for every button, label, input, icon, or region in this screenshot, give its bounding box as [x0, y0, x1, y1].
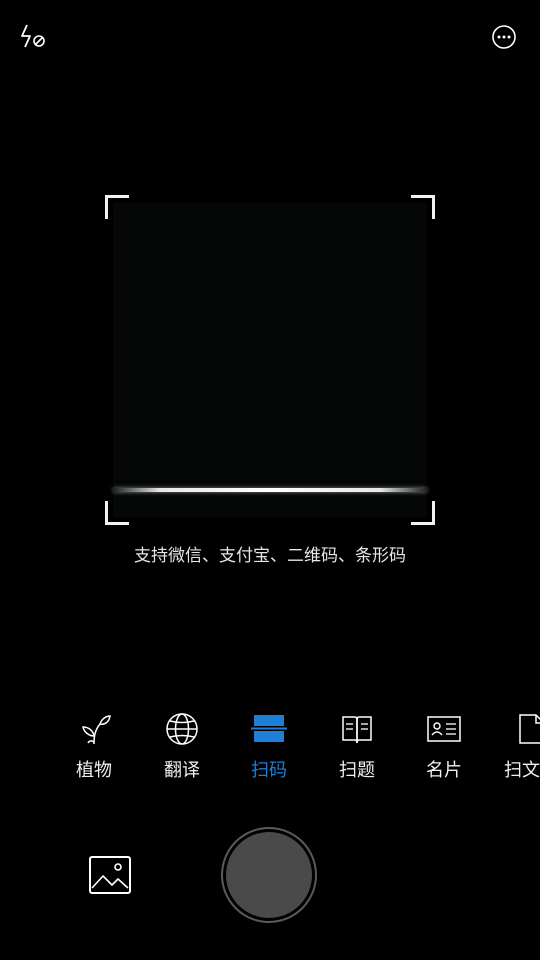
scan-hint: 支持微信、支付宝、二维码、条形码	[134, 546, 406, 566]
frame-corner-top-left	[105, 195, 129, 219]
plant-icon	[82, 715, 111, 745]
mode-scan-document-label: 扫文	[504, 760, 540, 781]
mode-scan-question[interactable]: 扫题	[313, 712, 401, 782]
shutter-button[interactable]	[221, 827, 317, 923]
document-icon	[519, 714, 540, 744]
mode-scan-code[interactable]: 扫码	[225, 712, 313, 782]
mode-translate-label: 翻译	[164, 760, 200, 781]
flash-off-icon	[21, 24, 45, 48]
camera-preview	[113, 203, 427, 517]
mode-business-card-label: 名片	[426, 760, 462, 781]
gallery-button[interactable]	[88, 855, 132, 895]
card-icon	[427, 716, 461, 742]
mode-scan-code-label: 扫码	[251, 760, 287, 781]
mode-selector: 植物 翻译 扫码 扫题 名片 扫文	[0, 712, 540, 792]
mode-business-card[interactable]: 名片	[400, 712, 488, 782]
frame-corner-bottom-left	[105, 501, 129, 525]
mode-plant[interactable]: 植物	[50, 712, 138, 782]
mode-scan-document[interactable]: 扫文	[482, 712, 540, 782]
mode-translate[interactable]: 翻译	[138, 712, 226, 782]
frame-corner-bottom-right	[411, 501, 435, 525]
scan-icon	[251, 715, 287, 742]
book-icon	[342, 716, 372, 744]
shutter-inner	[226, 832, 312, 918]
flash-toggle-button[interactable]	[18, 20, 50, 52]
more-button[interactable]	[488, 21, 520, 53]
scan-line	[113, 488, 427, 492]
more-icon	[492, 25, 516, 49]
scan-frame	[105, 195, 435, 525]
mode-scan-question-label: 扫题	[339, 760, 375, 781]
mode-plant-label: 植物	[76, 760, 112, 781]
gallery-icon	[89, 856, 131, 894]
frame-corner-top-right	[411, 195, 435, 219]
globe-icon	[166, 713, 198, 745]
